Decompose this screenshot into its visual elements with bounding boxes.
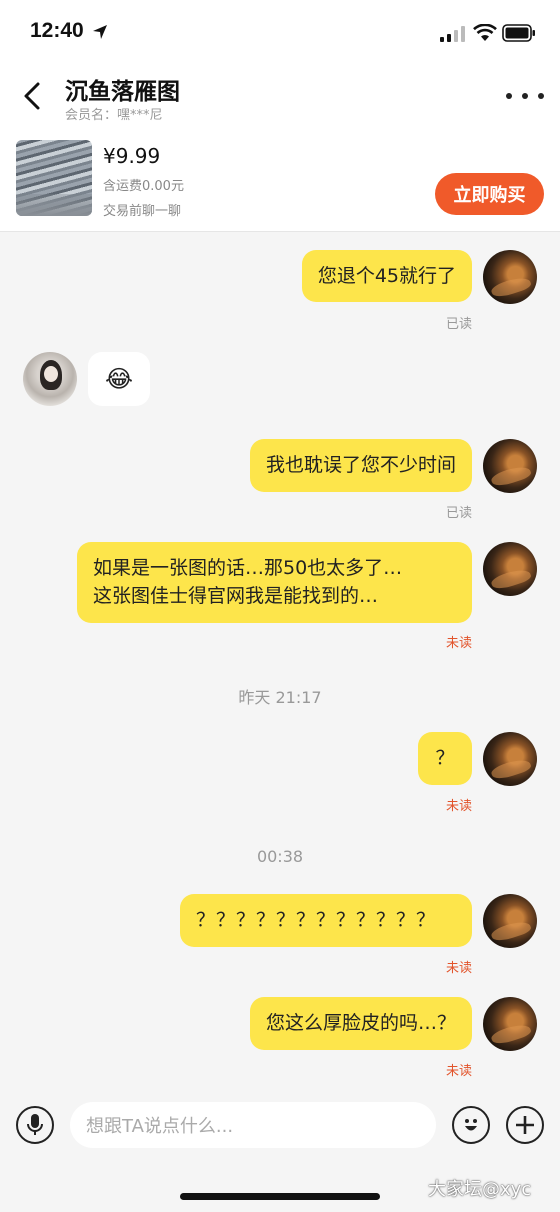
back-icon — [24, 82, 40, 110]
message-bubble[interactable]: ？ — [418, 732, 472, 785]
message-bubble[interactable]: 我也耽误了您不少时间 — [249, 439, 472, 492]
unread-receipt: 未读 — [445, 799, 472, 814]
product-image[interactable] — [16, 140, 92, 216]
watermark: 大家坛@xyc — [428, 1179, 532, 1200]
member-name: 会员名：嘿***尼 — [65, 108, 163, 123]
my-avatar[interactable] — [483, 439, 537, 493]
product-price: ¥9.99 — [103, 144, 161, 168]
time-divider: 00:38 — [256, 847, 304, 866]
battery-icon — [502, 24, 535, 42]
read-receipt: 已读 — [445, 506, 472, 521]
microphone-icon — [27, 1114, 43, 1135]
my-avatar[interactable] — [483, 542, 537, 596]
wifi-icon — [473, 24, 497, 41]
message-input[interactable]: 想跟TA说点什么... — [70, 1102, 436, 1148]
chat-hint: 交易前聊一聊 — [103, 204, 182, 219]
unread-receipt: 未读 — [445, 1064, 472, 1079]
location-arrow-icon — [93, 25, 107, 39]
chat-header: 沉鱼落雁图 会员名：嘿***尼 — [0, 62, 560, 132]
emoji-message[interactable]: 😂 — [88, 352, 150, 406]
page-title: 沉鱼落雁图 — [65, 79, 180, 105]
message-bubble[interactable]: 您退个45就行了 — [301, 250, 472, 302]
message-bubble[interactable]: 您这么厚脸皮的吗…？ — [249, 997, 472, 1050]
message-bubble[interactable]: 如果是一张图的话…那50也太多了… 这张图佳士得官网我是能找到的… — [77, 542, 472, 623]
plus-button[interactable] — [506, 1106, 544, 1144]
time-divider: 昨天 21:17 — [238, 688, 322, 707]
plus-icon — [516, 1116, 534, 1134]
my-avatar[interactable] — [483, 997, 537, 1051]
more-icon-dot — [506, 93, 512, 99]
status-time: 12:40 — [30, 19, 84, 42]
home-indicator[interactable] — [180, 1193, 380, 1200]
unread-receipt: 未读 — [445, 961, 472, 976]
my-avatar[interactable] — [483, 732, 537, 786]
more-icon-dot — [538, 93, 544, 99]
more-button[interactable] — [506, 82, 544, 110]
my-avatar[interactable] — [483, 894, 537, 948]
product-card[interactable]: ¥9.99 含运费0.00元 交易前聊一聊 立即购买 — [0, 132, 560, 232]
signal-icon — [440, 26, 465, 42]
shipping-fee: 含运费0.00元 — [103, 179, 184, 194]
read-receipt: 已读 — [445, 317, 472, 332]
emoji-button[interactable] — [452, 1106, 490, 1144]
status-bar: 12:40 — [0, 0, 560, 62]
message-bubble[interactable]: ？？？？？？？？？？？？ — [180, 894, 472, 947]
back-button[interactable] — [14, 76, 50, 116]
other-avatar[interactable] — [23, 352, 77, 406]
more-icon-dot — [522, 93, 528, 99]
unread-receipt: 未读 — [445, 636, 472, 651]
emoji-icon — [465, 1119, 477, 1131]
voice-button[interactable] — [16, 1106, 54, 1144]
buy-now-button[interactable]: 立即购买 — [435, 173, 544, 215]
my-avatar[interactable] — [483, 250, 537, 304]
